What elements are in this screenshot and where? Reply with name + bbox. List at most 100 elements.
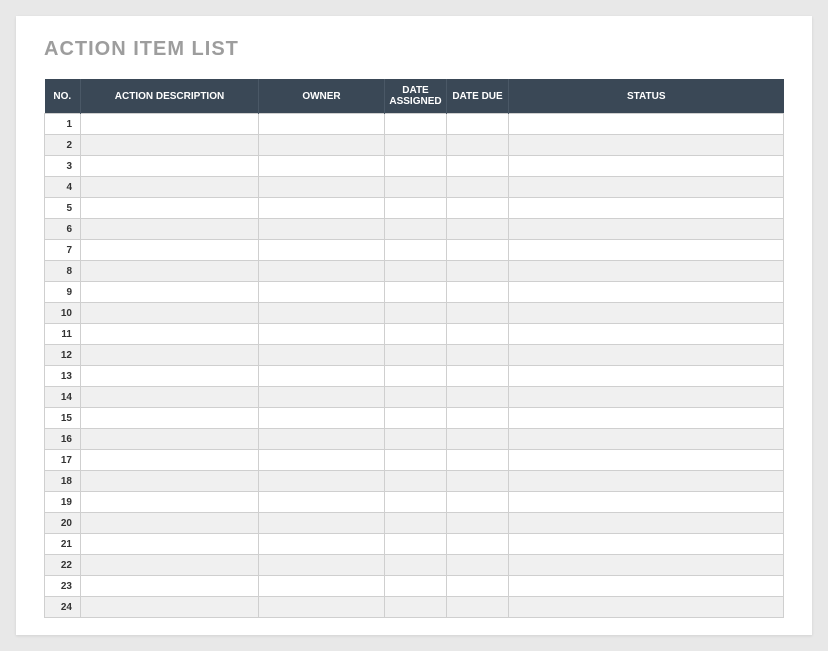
cell-no: 22 bbox=[45, 555, 81, 576]
cell-no: 13 bbox=[45, 366, 81, 387]
cell-status bbox=[509, 114, 784, 135]
cell-no: 10 bbox=[45, 303, 81, 324]
table-row: 11 bbox=[45, 324, 784, 345]
cell-status bbox=[509, 345, 784, 366]
cell-description bbox=[81, 156, 259, 177]
cell-status bbox=[509, 597, 784, 618]
cell-no: 4 bbox=[45, 177, 81, 198]
table-row: 8 bbox=[45, 261, 784, 282]
cell-status bbox=[509, 303, 784, 324]
cell-description bbox=[81, 555, 259, 576]
cell-date-assigned bbox=[385, 555, 447, 576]
cell-description bbox=[81, 345, 259, 366]
table-row: 4 bbox=[45, 177, 784, 198]
cell-date-assigned bbox=[385, 429, 447, 450]
cell-no: 24 bbox=[45, 597, 81, 618]
table-row: 22 bbox=[45, 555, 784, 576]
cell-date-due bbox=[447, 471, 509, 492]
cell-no: 19 bbox=[45, 492, 81, 513]
cell-owner bbox=[259, 114, 385, 135]
table-row: 12 bbox=[45, 345, 784, 366]
cell-date-due bbox=[447, 492, 509, 513]
cell-no: 16 bbox=[45, 429, 81, 450]
cell-date-due bbox=[447, 513, 509, 534]
cell-description bbox=[81, 135, 259, 156]
table-row: 17 bbox=[45, 450, 784, 471]
cell-no: 20 bbox=[45, 513, 81, 534]
table-row: 21 bbox=[45, 534, 784, 555]
cell-owner bbox=[259, 303, 385, 324]
cell-owner bbox=[259, 345, 385, 366]
cell-description bbox=[81, 324, 259, 345]
cell-status bbox=[509, 576, 784, 597]
cell-no: 17 bbox=[45, 450, 81, 471]
table-row: 5 bbox=[45, 198, 784, 219]
cell-no: 7 bbox=[45, 240, 81, 261]
table-row: 13 bbox=[45, 366, 784, 387]
cell-description bbox=[81, 198, 259, 219]
cell-no: 8 bbox=[45, 261, 81, 282]
cell-owner bbox=[259, 240, 385, 261]
cell-no: 9 bbox=[45, 282, 81, 303]
cell-date-due bbox=[447, 240, 509, 261]
cell-no: 11 bbox=[45, 324, 81, 345]
cell-status bbox=[509, 471, 784, 492]
cell-no: 21 bbox=[45, 534, 81, 555]
cell-date-due bbox=[447, 282, 509, 303]
cell-owner bbox=[259, 597, 385, 618]
cell-date-due bbox=[447, 198, 509, 219]
cell-date-assigned bbox=[385, 576, 447, 597]
page-title: ACTION ITEM LIST bbox=[44, 38, 784, 61]
table-row: 9 bbox=[45, 282, 784, 303]
cell-description bbox=[81, 429, 259, 450]
cell-date-due bbox=[447, 576, 509, 597]
table-row: 23 bbox=[45, 576, 784, 597]
cell-date-due bbox=[447, 345, 509, 366]
table-row: 3 bbox=[45, 156, 784, 177]
cell-status bbox=[509, 513, 784, 534]
cell-date-assigned bbox=[385, 219, 447, 240]
cell-description bbox=[81, 387, 259, 408]
cell-status bbox=[509, 408, 784, 429]
cell-date-assigned bbox=[385, 114, 447, 135]
cell-date-due bbox=[447, 534, 509, 555]
cell-description bbox=[81, 408, 259, 429]
cell-owner bbox=[259, 261, 385, 282]
cell-date-due bbox=[447, 177, 509, 198]
cell-description bbox=[81, 450, 259, 471]
cell-date-due bbox=[447, 324, 509, 345]
cell-description bbox=[81, 597, 259, 618]
cell-status bbox=[509, 135, 784, 156]
cell-date-due bbox=[447, 450, 509, 471]
cell-date-due bbox=[447, 303, 509, 324]
cell-no: 2 bbox=[45, 135, 81, 156]
cell-date-due bbox=[447, 597, 509, 618]
cell-no: 14 bbox=[45, 387, 81, 408]
cell-status bbox=[509, 282, 784, 303]
cell-date-assigned bbox=[385, 408, 447, 429]
cell-date-assigned bbox=[385, 492, 447, 513]
cell-owner bbox=[259, 555, 385, 576]
cell-status bbox=[509, 492, 784, 513]
header-owner: OWNER bbox=[259, 79, 385, 114]
header-description: ACTION DESCRIPTION bbox=[81, 79, 259, 114]
cell-status bbox=[509, 240, 784, 261]
table-row: 19 bbox=[45, 492, 784, 513]
cell-description bbox=[81, 366, 259, 387]
header-no: NO. bbox=[45, 79, 81, 114]
cell-date-assigned bbox=[385, 513, 447, 534]
cell-date-assigned bbox=[385, 177, 447, 198]
cell-date-assigned bbox=[385, 135, 447, 156]
cell-owner bbox=[259, 156, 385, 177]
cell-status bbox=[509, 429, 784, 450]
cell-owner bbox=[259, 450, 385, 471]
cell-description bbox=[81, 534, 259, 555]
cell-date-assigned bbox=[385, 282, 447, 303]
cell-status bbox=[509, 387, 784, 408]
cell-owner bbox=[259, 282, 385, 303]
cell-owner bbox=[259, 513, 385, 534]
cell-date-due bbox=[447, 156, 509, 177]
cell-status bbox=[509, 450, 784, 471]
table-row: 14 bbox=[45, 387, 784, 408]
cell-owner bbox=[259, 366, 385, 387]
